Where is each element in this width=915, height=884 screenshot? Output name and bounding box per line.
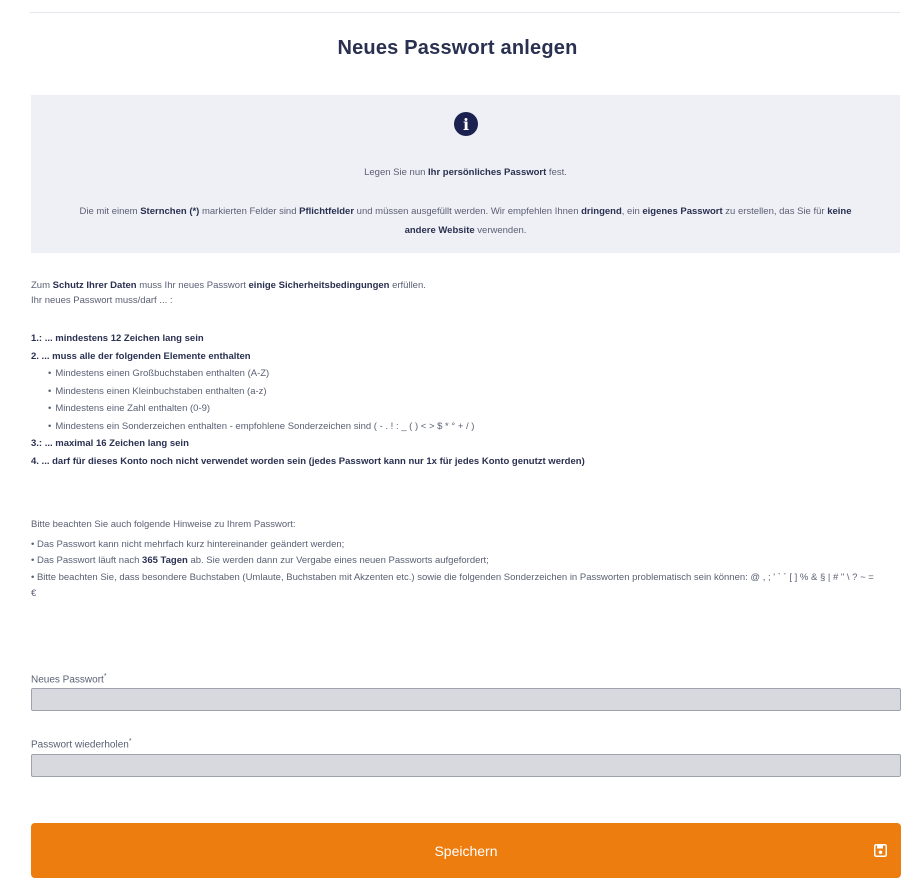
hint-expiry: • Das Passwort läuft nach 365 Tagen ab. … <box>31 555 489 566</box>
save-button[interactable]: Speichern <box>31 823 901 878</box>
password-rules: 1.: ... mindestens 12 Zeichen lang sein … <box>31 330 891 470</box>
info-box: i Legen Sie nun Ihr persönliches Passwor… <box>31 95 900 253</box>
rule-max-length: 3.: ... maximal 16 Zeichen lang sein <box>31 438 189 449</box>
save-button-label: Speichern <box>434 843 498 859</box>
security-intro-subline: Ihr neues Passwort muss/darf ... : <box>31 295 173 306</box>
info-icon: i <box>454 112 478 136</box>
rule-sub-uppercase: Mindestens einen Großbuchstaben enthalte… <box>31 365 891 383</box>
info-text-personal-password: Legen Sie nun Ihr persönliches Passwort … <box>364 167 567 178</box>
repeat-password-input[interactable] <box>31 754 901 777</box>
save-icon <box>874 844 887 857</box>
page-title: Neues Passwort anlegen <box>337 37 578 59</box>
password-hints: Bitte beachten Sie auch folgende Hinweis… <box>31 517 876 603</box>
rule-not-reused: 4. ... darf für dieses Konto noch nicht … <box>31 455 585 467</box>
new-password-input[interactable] <box>31 688 901 711</box>
hint-change-frequency: • Das Passwort kann nicht mehrfach kurz … <box>31 538 345 550</box>
new-password-label: Neues Passwort* <box>31 673 107 686</box>
hint-special-characters: • Bitte beachten Sie, dass besondere Buc… <box>31 571 874 600</box>
rule-sub-digit: Mindestens eine Zahl enthalten (0-9) <box>31 400 891 418</box>
security-intro: Zum Schutz Ihrer Daten muss Ihr neues Pa… <box>31 278 891 308</box>
top-divider <box>30 12 900 13</box>
rule-elements: 2. ... muss alle der folgenden Elemente … <box>31 350 251 362</box>
rule-sub-special: Mindestens ein Sonderzeichen enthalten -… <box>31 418 891 436</box>
repeat-password-label: Passwort wiederholen* <box>31 738 132 751</box>
security-intro-line: Zum Schutz Ihrer Daten muss Ihr neues Pa… <box>31 280 426 291</box>
rule-min-length: 1.: ... mindestens 12 Zeichen lang sein <box>31 333 204 344</box>
rule-sub-lowercase: Mindestens einen Kleinbuchstaben enthalt… <box>31 383 891 401</box>
info-text-required-fields: Die mit einem Sternchen (*) markierten F… <box>79 206 852 236</box>
hints-heading: Bitte beachten Sie auch folgende Hinweis… <box>31 519 296 530</box>
